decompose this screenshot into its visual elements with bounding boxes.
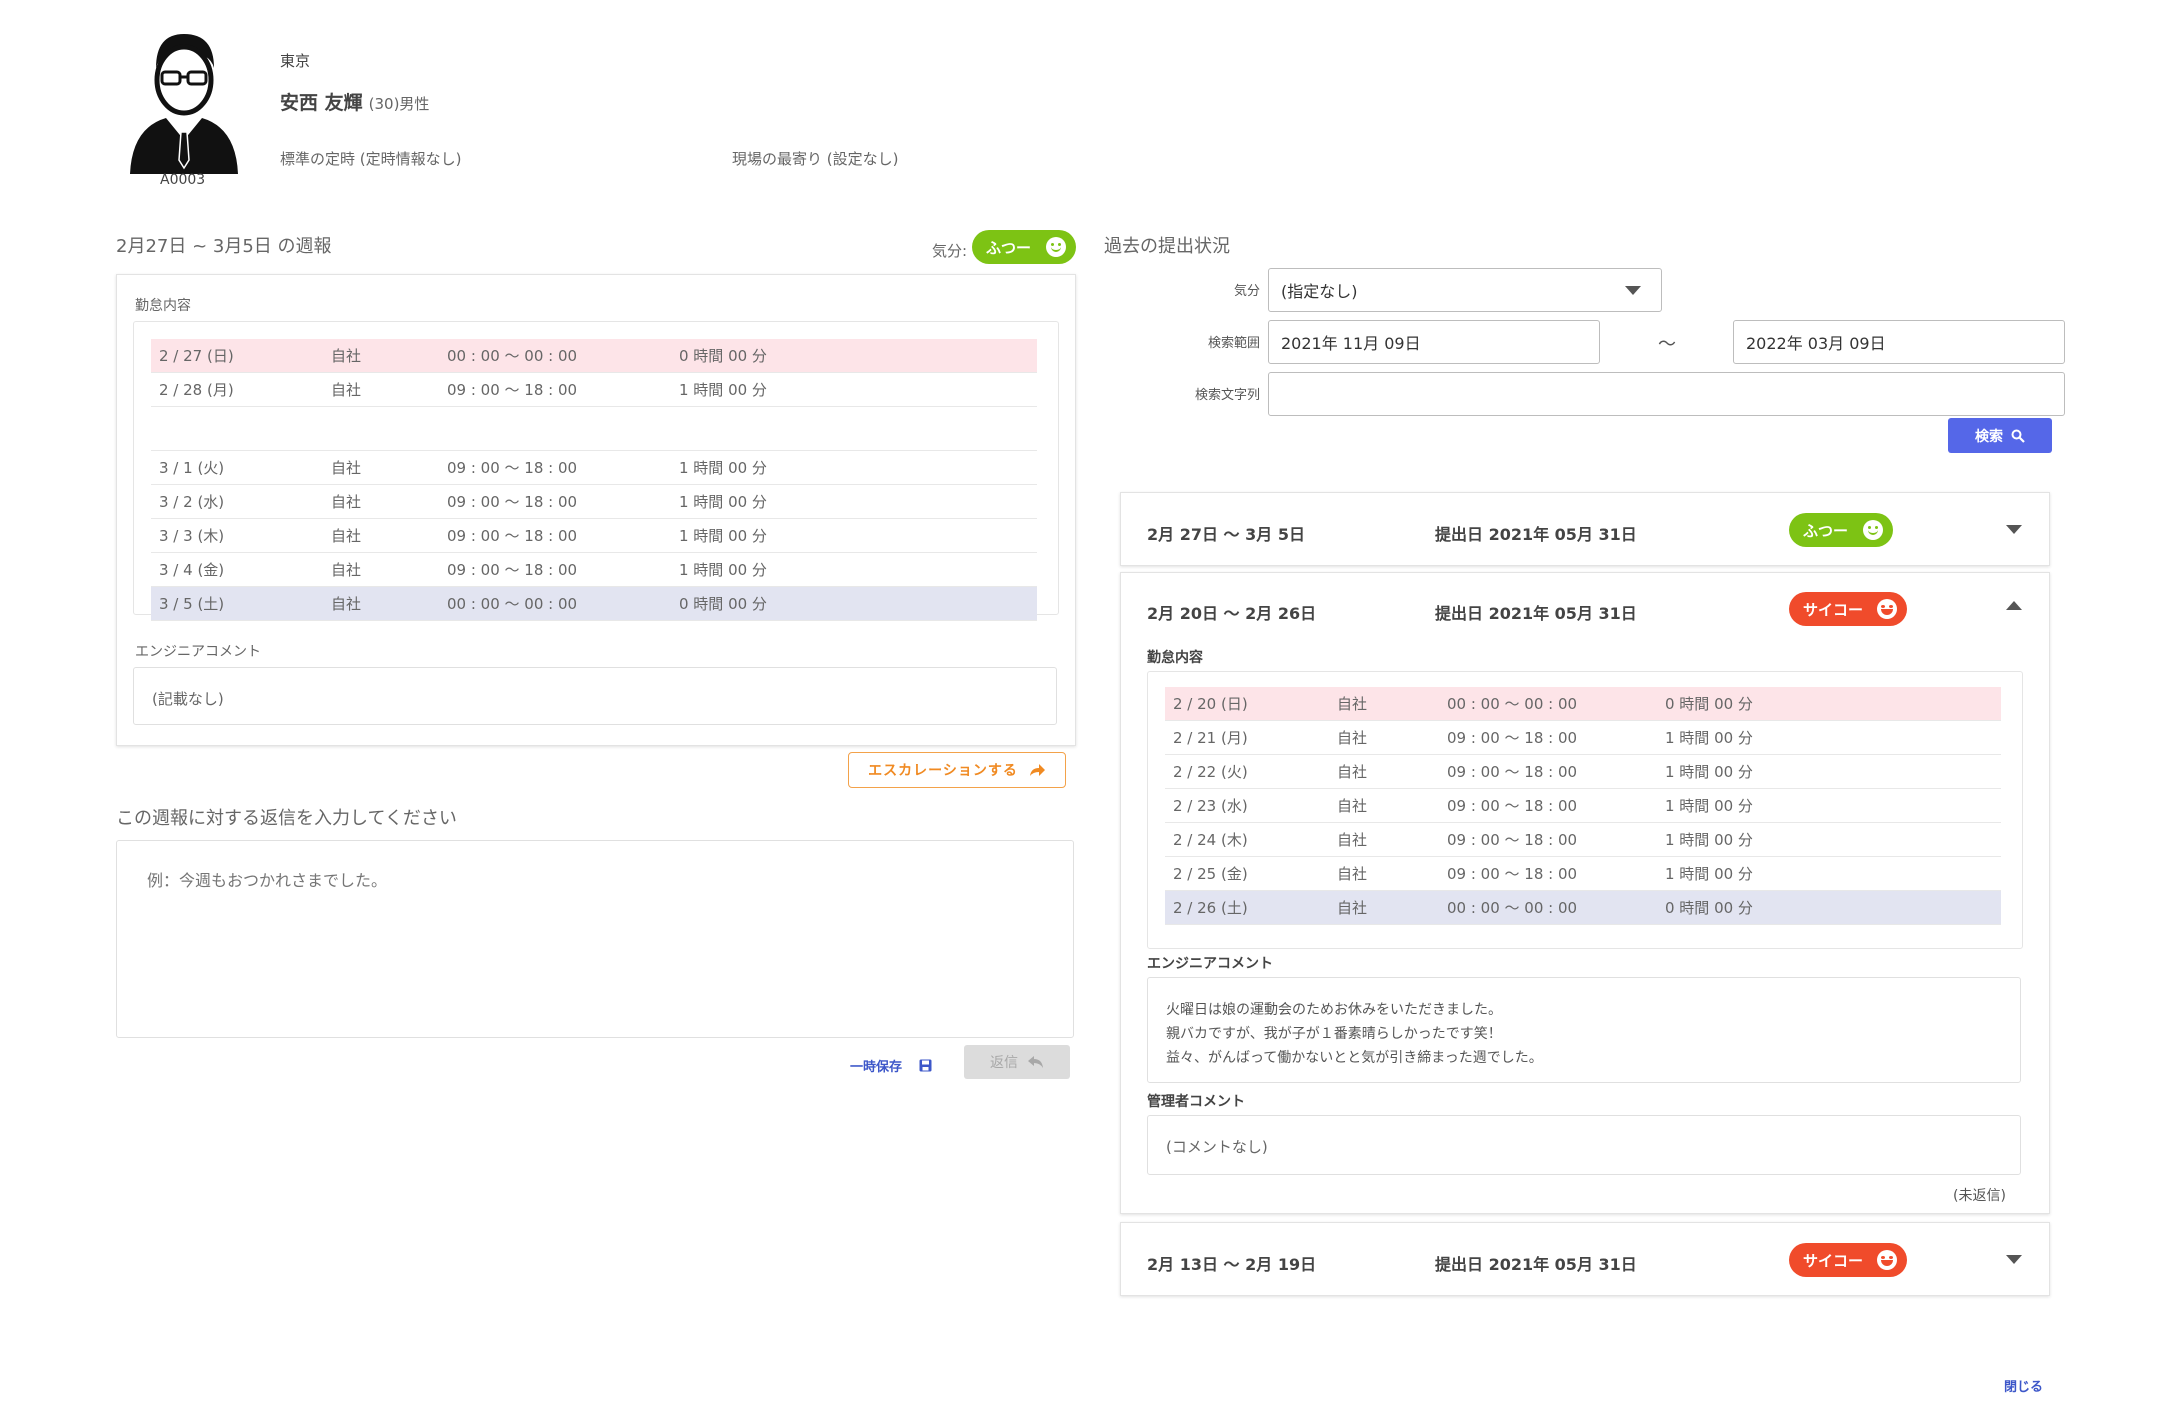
weekly-report-title: 2月27日 ~ 3月5日 の週報: [116, 236, 332, 257]
history-item[interactable]: 2月 27日 〜 3月 5日 提出日 2021年 05月 31日 ふつー: [1120, 492, 2050, 566]
mood-badge: サイコー: [1789, 592, 1907, 626]
range-from-value: 2021年 11月 09日: [1281, 334, 1421, 353]
keyword-label: 検索文字列: [1194, 388, 1260, 403]
mood-filter-label: 気分: [1233, 284, 1260, 299]
attendance-label: 勤怠内容: [1147, 650, 1203, 666]
table-row: 2 / 27 (日) 自社 00 : 00 〜 00 : 00 0 時間 00 分: [151, 339, 1037, 373]
chevron-down-icon[interactable]: [2006, 525, 2022, 534]
reply-arrow-icon: [1028, 1056, 1043, 1068]
history-submitted-date: 提出日 2021年 05月 31日: [1435, 525, 1637, 544]
reply-textarea[interactable]: [116, 840, 1074, 1038]
mood-filter-select[interactable]: (指定なし): [1268, 268, 1662, 312]
mood-filter-value: (指定なし): [1281, 282, 1358, 301]
chevron-up-icon[interactable]: [2006, 601, 2022, 610]
history-period: 2月 20日 〜 2月 26日: [1147, 604, 1317, 623]
table-row: 2 / 20 (日) 自社 00 : 00 〜 00 : 00 0 時間 00 分: [1165, 687, 2001, 721]
comment-line: 火曜日は娘の運動会のためお休みをいただきました。: [1166, 1002, 1502, 1018]
attendance-label: 勤怠内容: [135, 298, 191, 314]
table-row: 2 / 22 (火) 自社 09 : 00 〜 18 : 00 1 時間 00 分: [1165, 754, 2001, 789]
table-row: 3 / 3 (木) 自社 09 : 00 〜 18 : 00 1 時間 00 分: [151, 518, 1037, 553]
employee-name: 安西 友輝 (30)男性: [280, 88, 429, 115]
smile-face-icon: [1046, 237, 1066, 257]
search-button[interactable]: 検索: [1948, 418, 2052, 453]
attendance-table: 2 / 27 (日) 自社 00 : 00 〜 00 : 00 0 時間 00 分 2…: [151, 339, 1037, 621]
comment-line: 親バカですが、我が子が１番素晴らしかったです笑！: [1166, 1026, 1502, 1042]
table-row: 2 / 26 (土) 自社 00 : 00 〜 00 : 00 0 時間 00 分: [1165, 890, 2001, 925]
grin-face-icon: [1877, 1250, 1897, 1270]
table-row: 2 / 24 (木) 自社 09 : 00 〜 18 : 00 1 時間 00 分: [1165, 822, 2001, 857]
table-row: 2 / 21 (月) 自社 09 : 00 〜 18 : 00 1 時間 00 分: [1165, 720, 2001, 755]
history-submitted-date: 提出日 2021年 05月 31日: [1435, 1255, 1637, 1274]
nearest-station: 現場の最寄り (設定なし): [732, 150, 899, 168]
range-from-input[interactable]: 2021年 11月 09日: [1268, 320, 1600, 364]
range-label: 検索範囲: [1207, 336, 1260, 351]
office-name: 東京: [280, 52, 311, 70]
history-period: 2月 27日 〜 3月 5日: [1147, 525, 1305, 544]
mood-label: 気分:: [932, 242, 968, 260]
reply-button-label: 返信: [990, 1055, 1018, 1071]
search-icon: [2011, 429, 2025, 443]
chevron-down-icon[interactable]: [2006, 1255, 2022, 1264]
history-item[interactable]: 2月 13日 〜 2月 19日 提出日 2021年 05月 31日 サイコー: [1120, 1222, 2050, 1296]
table-row-spacer: [151, 406, 1037, 451]
range-to-input[interactable]: 2022年 03月 09日: [1733, 320, 2065, 364]
reply-button[interactable]: 返信: [964, 1045, 1070, 1079]
mood-badge: サイコー: [1789, 1243, 1907, 1277]
manager-comment-label: 管理者コメント: [1147, 1094, 1245, 1110]
table-row: 3 / 4 (金) 自社 09 : 00 〜 18 : 00 1 時間 00 分: [151, 552, 1037, 587]
engineer-comment-label: エンジニアコメント: [135, 644, 261, 660]
businessman-avatar-icon: [130, 34, 238, 174]
engineer-comment: 火曜日は娘の運動会のためお休みをいただきました。 親バカですが、我が子が１番素晴…: [1147, 977, 2021, 1083]
table-row: 2 / 28 (月) 自社 09 : 00 〜 18 : 00 1 時間 00 分: [151, 372, 1037, 407]
grin-face-icon: [1877, 599, 1897, 619]
engineer-comment: (記載なし): [133, 667, 1057, 725]
history-item-expanded: 2月 20日 〜 2月 26日 提出日 2021年 05月 31日 サイコー 勤…: [1120, 572, 2050, 1214]
history-period: 2月 13日 〜 2月 19日: [1147, 1255, 1317, 1274]
mood-badge-label: ふつー: [986, 238, 1032, 257]
attendance-table: 2 / 20 (日) 自社 00 : 00 〜 00 : 00 0 時間 00 分 2…: [1165, 687, 2001, 925]
table-row: 2 / 25 (金) 自社 09 : 00 〜 18 : 00 1 時間 00 分: [1165, 856, 2001, 891]
engineer-comment-label: エンジニアコメント: [1147, 956, 1273, 972]
save-draft-button[interactable]: 一時保存: [850, 1056, 932, 1075]
weekly-report-card: 勤怠内容 2 / 27 (日) 自社 00 : 00 〜 00 : 00 0 時間 0…: [116, 274, 1076, 746]
standard-hours: 標準の定時 (定時情報なし): [280, 150, 462, 168]
manager-comment: (コメントなし): [1147, 1115, 2021, 1175]
reply-status: (未返信): [1953, 1188, 2006, 1204]
mood-badge-label: サイコー: [1803, 600, 1864, 619]
employee-id: A0003: [160, 172, 206, 188]
comment-line: 益々、がんばって働かないとと気が引き締まった週でした。: [1166, 1050, 1543, 1066]
search-button-label: 検索: [1975, 428, 2003, 445]
close-button[interactable]: 閉じる: [2004, 1376, 2043, 1395]
mood-badge-label: サイコー: [1803, 1251, 1864, 1270]
table-row: 3 / 5 (土) 自社 00 : 00 〜 00 : 00 0 時間 00 分: [151, 586, 1037, 621]
employee-name-text: 安西 友輝: [280, 92, 363, 114]
keyword-input[interactable]: [1268, 372, 2065, 416]
floppy-disk-icon: [919, 1059, 932, 1072]
dropdown-arrow-icon: [1625, 286, 1641, 295]
escalate-button[interactable]: エスカレーションする: [848, 752, 1066, 788]
share-arrow-icon: [1029, 764, 1045, 776]
range-separator: 〜: [1658, 334, 1676, 355]
smile-face-icon: [1863, 520, 1883, 540]
history-submitted-date: 提出日 2021年 05月 31日: [1435, 604, 1637, 623]
table-row: 3 / 1 (火) 自社 09 : 00 〜 18 : 00 1 時間 00 分: [151, 450, 1037, 485]
age-gender: (30)男性: [368, 95, 430, 113]
mood-badge-label: ふつー: [1803, 521, 1849, 540]
table-row: 2 / 23 (水) 自社 09 : 00 〜 18 : 00 1 時間 00 分: [1165, 788, 2001, 823]
reply-prompt: この週報に対する返信を入力してください: [116, 808, 457, 829]
mood-badge: ふつー: [1789, 513, 1893, 547]
table-row: 3 / 2 (水) 自社 09 : 00 〜 18 : 00 1 時間 00 分: [151, 484, 1037, 519]
mood-badge: ふつー: [972, 230, 1076, 264]
range-to-value: 2022年 03月 09日: [1746, 334, 1886, 353]
history-item-header[interactable]: 2月 20日 〜 2月 26日 提出日 2021年 05月 31日 サイコー: [1121, 573, 2049, 637]
escalate-button-label: エスカレーションする: [868, 763, 1018, 779]
history-title: 過去の提出状況: [1104, 236, 1230, 257]
save-draft-label: 一時保存: [850, 1060, 903, 1075]
